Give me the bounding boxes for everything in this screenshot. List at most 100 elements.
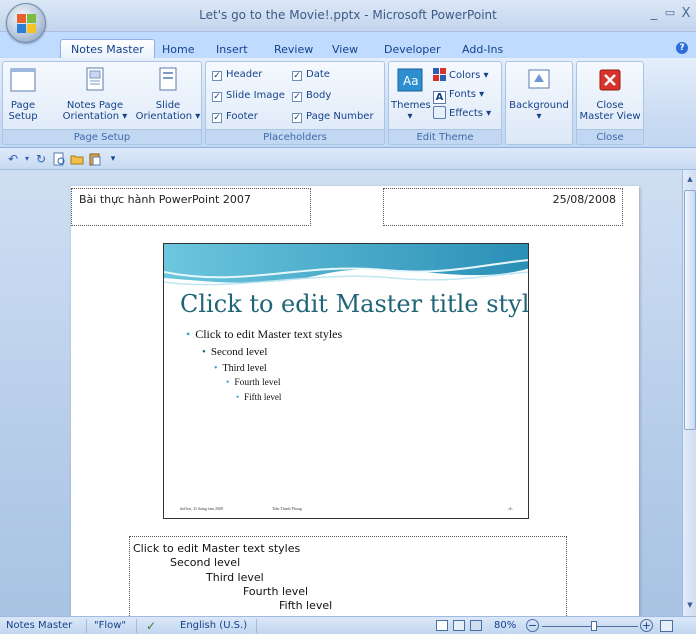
- quick-access-toolbar: ↶ ▾ ↻ ▾: [0, 148, 696, 170]
- close-icon: [599, 69, 621, 91]
- customize-toolbar-icon[interactable]: ▾: [106, 152, 120, 166]
- tab-add-ins[interactable]: Add-Ins: [452, 41, 513, 58]
- slide-orientation-button[interactable]: Slide Orientation ▾: [135, 66, 201, 122]
- group-label-placeholders: Placeholders: [206, 129, 384, 144]
- fit-to-window-icon[interactable]: [660, 620, 673, 632]
- tab-review[interactable]: Review: [264, 41, 323, 58]
- close-button[interactable]: X: [678, 6, 694, 21]
- group-label-page-setup: Page Setup: [3, 129, 201, 144]
- fonts-button[interactable]: A Fonts ▾: [433, 87, 484, 104]
- tab-view[interactable]: View: [322, 41, 368, 58]
- svg-text:Aa: Aa: [403, 74, 419, 88]
- slide-orientation-icon: [159, 67, 177, 91]
- notes-page-orientation-button[interactable]: Notes Page Orientation ▾: [55, 66, 135, 122]
- page-setup-button[interactable]: Page Setup: [5, 66, 41, 122]
- zoom-out-icon[interactable]: −: [526, 619, 539, 632]
- checkbox-checked-icon: ✓: [212, 71, 222, 81]
- group-background: Background ▾: [505, 61, 573, 145]
- themes-button[interactable]: Aa Themes ▾: [391, 66, 431, 122]
- zoom-slider[interactable]: [542, 626, 638, 627]
- print-preview-icon[interactable]: [52, 152, 66, 166]
- open-folder-icon[interactable]: [70, 152, 84, 166]
- page-number-checkbox[interactable]: ✓ Page Number: [292, 110, 374, 124]
- effects-icon: [433, 106, 446, 119]
- redo-icon[interactable]: ↻: [34, 152, 48, 166]
- slide-image-placeholder[interactable]: Click to edit Master title style • Click …: [163, 243, 529, 519]
- close-master-view-button[interactable]: Close Master View: [578, 66, 642, 122]
- slide-text-level-5: • Fifth level: [236, 392, 282, 402]
- ribbon: Page Setup Notes Page Orientation ▾ Slid…: [0, 58, 696, 148]
- status-separator: [86, 619, 87, 633]
- slide-show-view-icon[interactable]: [470, 620, 482, 631]
- tab-developer[interactable]: Developer: [374, 41, 451, 58]
- effects-button[interactable]: Effects ▾: [433, 106, 491, 122]
- notes-master-workspace: Bài thực hành PowerPoint 2007 25/08/2008…: [0, 170, 682, 616]
- group-page-setup: Page Setup Notes Page Orientation ▾ Slid…: [2, 61, 202, 145]
- footer-checkbox[interactable]: ✓ Footer: [212, 110, 258, 124]
- zoom-slider-thumb[interactable]: [591, 621, 597, 631]
- zoom-level[interactable]: 80%: [494, 619, 516, 633]
- scroll-up-icon[interactable]: ▲: [684, 172, 696, 186]
- tab-notes-master[interactable]: Notes Master: [60, 39, 155, 58]
- notes-page-orientation-icon: [86, 67, 104, 91]
- header-placeholder[interactable]: Bài thực hành PowerPoint 2007: [71, 188, 311, 226]
- scrollbar-thumb[interactable]: [684, 190, 696, 430]
- status-view-name: Notes Master: [6, 620, 73, 631]
- slide-sorter-view-icon[interactable]: [453, 620, 465, 631]
- normal-view-icon[interactable]: [436, 620, 448, 631]
- minimize-button[interactable]: _: [646, 6, 662, 21]
- bullet-icon: •: [202, 346, 206, 358]
- slide-text-level-3: • Third level: [214, 363, 267, 374]
- background-icon: [528, 69, 550, 89]
- slide-title: Click to edit Master title style: [180, 290, 529, 318]
- slide-text-level-4: • Fourth level: [226, 378, 281, 388]
- date-placeholder[interactable]: 25/08/2008: [383, 188, 623, 226]
- vertical-scrollbar[interactable]: ▲ ▼: [682, 170, 696, 616]
- fonts-icon: A: [433, 91, 446, 104]
- date-checkbox[interactable]: ✓ Date: [292, 68, 330, 82]
- help-icon[interactable]: ?: [676, 42, 688, 54]
- zoom-in-icon[interactable]: +: [640, 619, 653, 632]
- bullet-icon: •: [226, 378, 230, 388]
- scroll-down-icon[interactable]: ▼: [684, 598, 696, 612]
- status-theme-name[interactable]: "Flow": [94, 619, 126, 633]
- page-setup-icon: [10, 68, 36, 92]
- checkbox-checked-icon: ✓: [292, 113, 302, 123]
- checkbox-checked-icon: ✓: [212, 92, 222, 102]
- body-checkbox[interactable]: ✓ Body: [292, 89, 331, 103]
- tab-home[interactable]: Home: [152, 41, 204, 58]
- undo-icon[interactable]: ↶: [6, 152, 20, 166]
- office-button[interactable]: [6, 3, 46, 43]
- undo-dropdown-icon[interactable]: ▾: [20, 152, 34, 166]
- bullet-icon: •: [214, 363, 218, 374]
- status-language[interactable]: English (U.S.): [180, 619, 247, 633]
- maximize-button[interactable]: ▭: [662, 6, 678, 19]
- bullet-icon: •: [236, 392, 240, 402]
- group-placeholders: ✓ Header ✓ Slide Image ✓ Footer ✓ Date ✓ Body…: [205, 61, 385, 145]
- office-logo-icon: [17, 14, 37, 34]
- checkbox-checked-icon: ✓: [292, 92, 302, 102]
- group-label-edit-theme: Edit Theme: [389, 129, 501, 144]
- checkbox-checked-icon: ✓: [212, 113, 222, 123]
- group-edit-theme: Aa Themes ▾ Colors ▾ A Fonts ▾ Effects ▾ …: [388, 61, 502, 145]
- checkbox-checked-icon: ✓: [292, 71, 302, 81]
- body-placeholder[interactable]: Click to edit Master text styles Second …: [129, 536, 567, 616]
- slide-wave-decoration: [164, 244, 528, 286]
- spelling-check-icon[interactable]: ✓: [146, 619, 156, 633]
- group-close: Close Master View Close: [576, 61, 644, 145]
- colors-button[interactable]: Colors ▾: [433, 68, 489, 84]
- slide-text-level-1: • Click to edit Master text styles: [186, 327, 343, 341]
- header-checkbox[interactable]: ✓ Header: [212, 68, 262, 82]
- ribbon-tabs: Notes Master Home Insert Review View Dev…: [0, 32, 696, 58]
- slide-image-checkbox[interactable]: ✓ Slide Image: [212, 89, 285, 103]
- status-bar: Notes Master "Flow" ✓ English (U.S.) 80%…: [0, 616, 696, 634]
- title-bar: Let's go to the Movie!.pptx - Microsoft …: [0, 0, 696, 32]
- slide-footer-number: ‹#›: [508, 506, 513, 511]
- window-title: Let's go to the Movie!.pptx - Microsoft …: [199, 8, 497, 22]
- notes-page: Bài thực hành PowerPoint 2007 25/08/2008…: [71, 186, 639, 616]
- paste-icon[interactable]: [88, 152, 102, 166]
- notes-level-2: Second level: [170, 556, 241, 569]
- tab-insert[interactable]: Insert: [206, 41, 258, 58]
- themes-icon: Aa: [397, 68, 423, 92]
- background-button[interactable]: Background ▾: [507, 66, 571, 122]
